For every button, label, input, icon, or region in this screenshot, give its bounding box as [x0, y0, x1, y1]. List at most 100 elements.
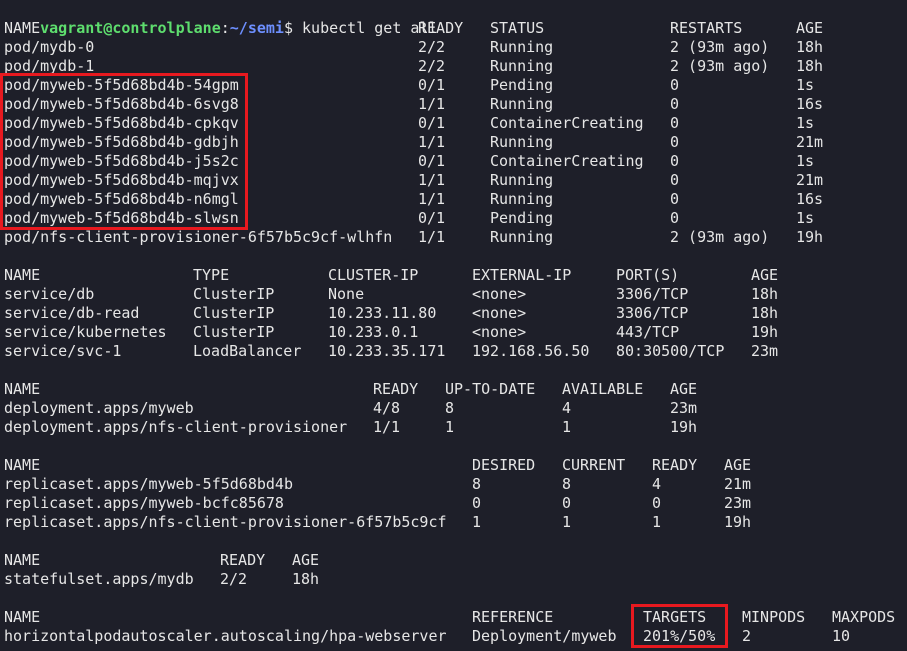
cell: PORT(S): [616, 266, 680, 284]
cell: horizontalpodautoscaler.autoscaling/hpa-…: [4, 627, 447, 645]
cell: 18h: [796, 57, 824, 75]
cell: Running: [490, 190, 554, 208]
cell: 23m: [724, 494, 752, 512]
cell: ContainerCreating: [490, 114, 644, 132]
cell: 0: [670, 133, 680, 151]
cell: 0: [562, 494, 572, 512]
cell: 2: [742, 627, 752, 645]
cell: pod/mydb-0: [4, 38, 95, 56]
cell: 2 (93m ago): [670, 38, 770, 56]
cell: 8: [445, 399, 455, 417]
cell: 1: [562, 513, 572, 531]
cell: 2 (93m ago): [670, 57, 770, 75]
cell: 0: [670, 95, 680, 113]
cell: 8: [562, 475, 572, 493]
cell: READY: [220, 551, 266, 569]
cell: replicaset.apps/myweb-bcfc85678: [4, 494, 284, 512]
cell: EXTERNAL-IP: [472, 266, 572, 284]
cell: 21m: [796, 171, 824, 189]
cell: service/db: [4, 285, 95, 303]
cell: Running: [490, 38, 554, 56]
cell: <none>: [472, 304, 527, 322]
cell: 0: [670, 114, 680, 132]
cell: 4: [562, 399, 572, 417]
cell: 18h: [751, 304, 779, 322]
cell: deployment.apps/myweb: [4, 399, 194, 417]
targets-highlight-box: [631, 604, 728, 648]
prompt-symbol: $: [283, 19, 293, 37]
cell: Running: [490, 57, 554, 75]
cell: 0/1: [418, 76, 446, 94]
cell: READY: [373, 380, 419, 398]
cell: ClusterIP: [193, 304, 275, 322]
cell: <none>: [472, 285, 527, 303]
cell: 23m: [670, 399, 698, 417]
cell: ContainerCreating: [490, 152, 644, 170]
pods-highlight-box: [0, 73, 248, 230]
cell: NAME: [4, 456, 41, 474]
cell: 1/1: [418, 133, 446, 151]
cell: AGE: [292, 551, 320, 569]
cell: 10: [832, 627, 851, 645]
cell: ClusterIP: [193, 285, 275, 303]
prompt-separator: :: [220, 19, 230, 37]
cell: 0: [652, 494, 662, 512]
cell: Pending: [490, 76, 554, 94]
cell: 0: [670, 76, 680, 94]
cell: 10.233.0.1: [328, 323, 419, 341]
cell: MINPODS: [742, 608, 806, 626]
cell: MAXPODS: [832, 608, 896, 626]
cell: 4: [652, 475, 662, 493]
cell: RESTARTS: [670, 19, 743, 37]
cell: Running: [490, 171, 554, 189]
cell: AVAILABLE: [562, 380, 644, 398]
cell: 0/1: [418, 209, 446, 227]
cell: NAME: [4, 266, 41, 284]
cell: NAME: [4, 551, 41, 569]
cell: 3306/TCP: [616, 285, 689, 303]
cell: 1: [652, 513, 662, 531]
cell: 1s: [796, 76, 815, 94]
cell: statefulset.apps/mydb: [4, 570, 194, 588]
cell: READY: [652, 456, 698, 474]
cell: CURRENT: [562, 456, 626, 474]
cell: 1/1: [418, 171, 446, 189]
cell: STATUS: [490, 19, 545, 37]
cell: 1/1: [418, 190, 446, 208]
cell: 21m: [724, 475, 752, 493]
cell: 18h: [292, 570, 320, 588]
cell: 0: [472, 494, 482, 512]
cell: READY: [418, 19, 464, 37]
cell: service/kubernetes: [4, 323, 167, 341]
cell: replicaset.apps/myweb-5f5d68bd4b: [4, 475, 293, 493]
cell: 2/2: [418, 38, 446, 56]
cell: 19h: [670, 418, 698, 436]
cell: replicaset.apps/nfs-client-provisioner-6…: [4, 513, 447, 531]
cell: 16s: [796, 95, 824, 113]
terminal-window[interactable]: vagrant@controlplane:~/semi$ kubectl get…: [0, 0, 907, 651]
cell: 0: [670, 209, 680, 227]
cell: 1/1: [418, 228, 446, 246]
cell: service/db-read: [4, 304, 140, 322]
cell: AGE: [724, 456, 752, 474]
cell: 19h: [796, 228, 824, 246]
cell: Running: [490, 228, 554, 246]
cell: 3306/TCP: [616, 304, 689, 322]
cell: NAME: [4, 608, 41, 626]
command-prompt-line: vagrant@controlplane:~/semi$ kubectl get…: [4, 0, 437, 37]
cell: NAME: [4, 19, 41, 37]
cell: pod/nfs-client-provisioner-6f57b5c9cf-wl…: [4, 228, 393, 246]
cell: Running: [490, 95, 554, 113]
cell: AGE: [670, 380, 698, 398]
cell: deployment.apps/nfs-client-provisioner: [4, 418, 348, 436]
cell: 1s: [796, 114, 815, 132]
cell: 0: [670, 171, 680, 189]
cell: 1/1: [373, 418, 401, 436]
prompt-command: kubectl get all: [293, 19, 438, 37]
cell: 1s: [796, 152, 815, 170]
cell: Deployment/myweb: [472, 627, 617, 645]
cell: 8: [472, 475, 482, 493]
cell: ClusterIP: [193, 323, 275, 341]
cell: 2/2: [418, 57, 446, 75]
cell: service/svc-1: [4, 342, 122, 360]
